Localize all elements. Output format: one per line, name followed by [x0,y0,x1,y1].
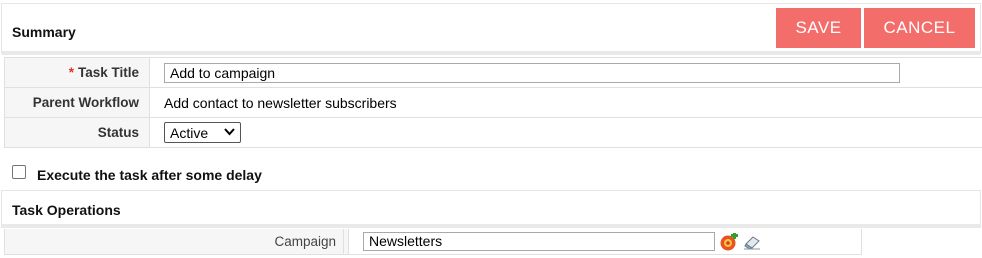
task-operations-header: Task Operations [1,190,981,228]
task-operations-title: Task Operations [12,202,121,218]
campaign-spacer [344,229,349,254]
summary-title: Summary [12,24,76,40]
task-form: *Task Title Parent Workflow Add contact … [4,57,982,148]
parent-workflow-label: Parent Workflow [4,87,150,118]
save-button[interactable]: SAVE [776,8,861,48]
task-title-input[interactable] [164,62,900,83]
required-marker: * [68,65,74,80]
parent-workflow-value: Add contact to newsletter subscribers [149,87,982,118]
task-title-label-text: Task Title [77,65,139,80]
status-label: Status [4,117,150,148]
eraser-icon[interactable] [742,234,762,250]
chevron-down-icon [224,127,235,139]
status-select[interactable]: Active [164,122,241,143]
status-cell: Active [149,117,982,148]
status-row: Status Active [4,117,982,148]
parent-workflow-row: Parent Workflow Add contact to newslette… [4,87,982,118]
add-campaign-icon[interactable] [719,232,739,251]
delay-option: Execute the task after some delay [12,164,262,183]
status-selected-value: Active [170,124,209,141]
task-operations-divider [2,224,980,228]
delay-label: Execute the task after some delay [37,167,262,183]
task-title-cell [149,57,982,88]
campaign-row: Campaign Newsletters [4,229,862,255]
campaign-label: Campaign [5,229,344,254]
task-title-row: * Task Title [4,57,982,88]
delay-checkbox[interactable] [12,165,26,179]
task-title-label: * Task Title [4,57,150,88]
cancel-button[interactable]: CANCEL [864,8,975,48]
campaign-input[interactable]: Newsletters [363,232,715,251]
summary-divider [2,51,980,55]
